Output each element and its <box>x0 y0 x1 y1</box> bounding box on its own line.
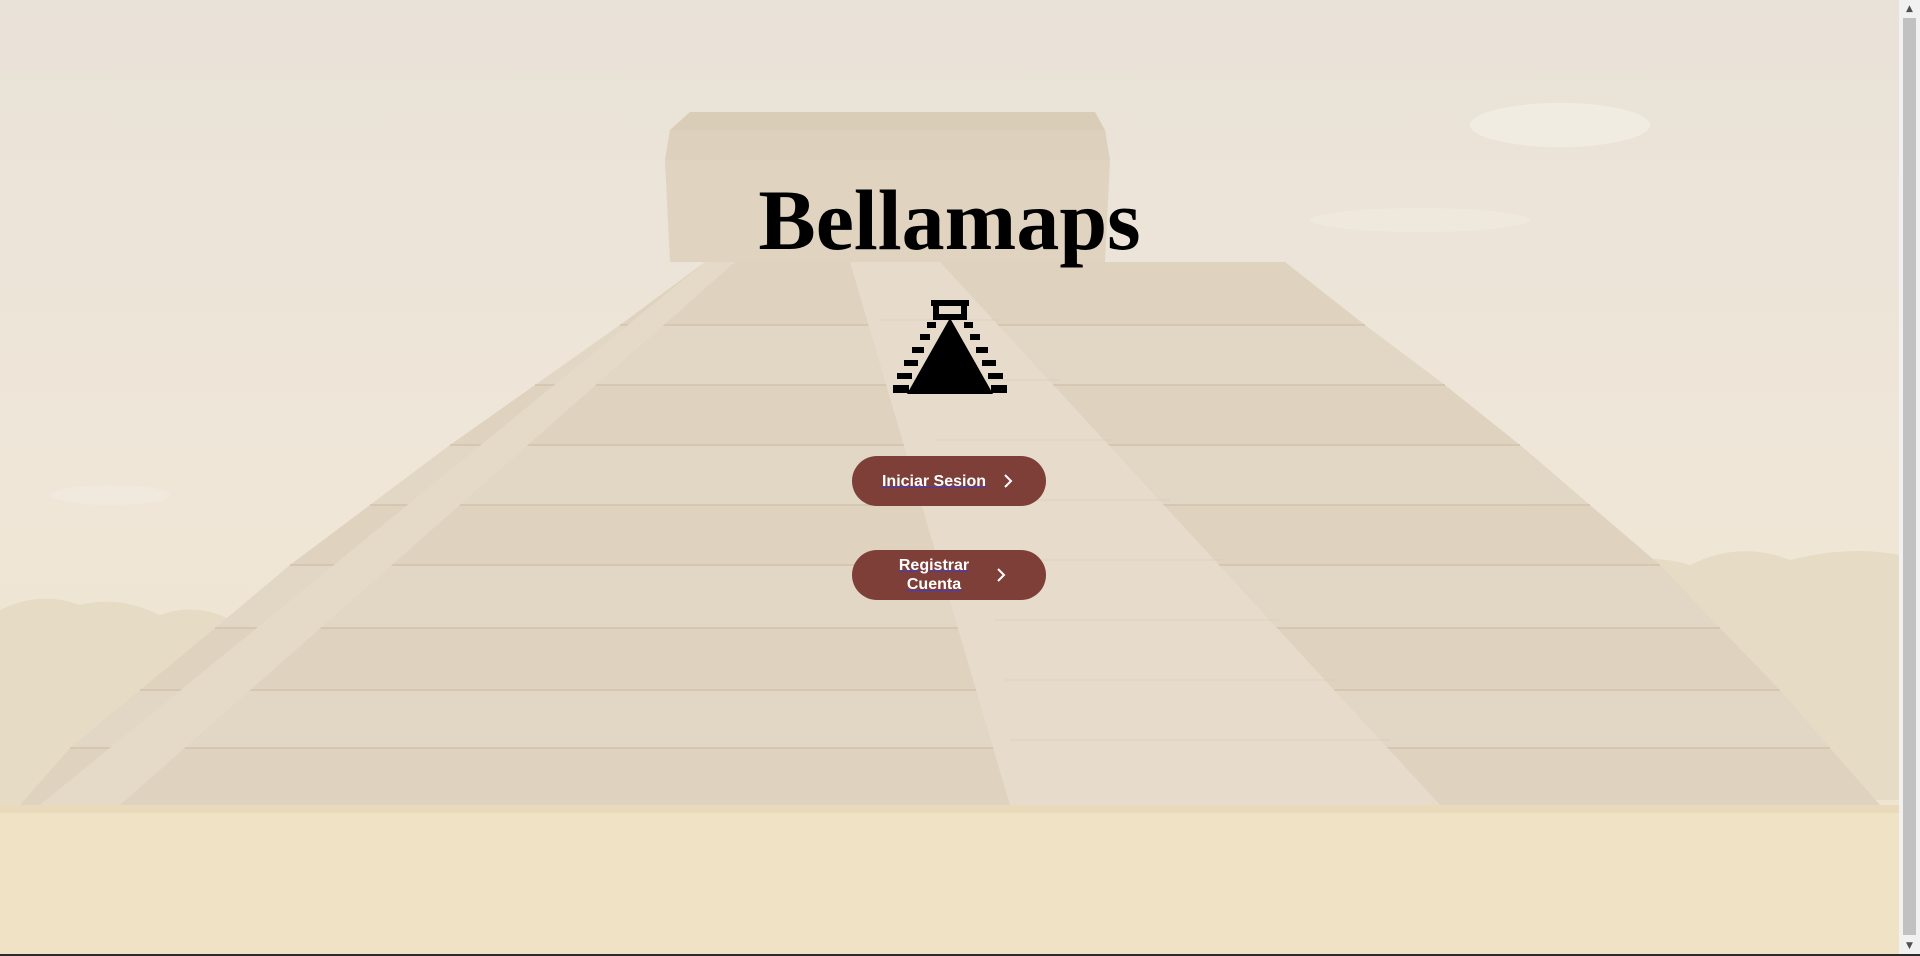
register-button-label: Registrar Cuenta <box>898 557 970 593</box>
scroll-up-arrow-icon[interactable]: ▲ <box>1899 0 1920 17</box>
vertical-scrollbar[interactable]: ▲ ▼ <box>1899 0 1920 954</box>
scrollbar-thumb[interactable] <box>1903 18 1916 935</box>
landing-page: Bellamaps Iniciar Sesion Registrar Cuent… <box>0 0 1899 954</box>
login-button[interactable]: Iniciar Sesion <box>852 456 1046 506</box>
page-title: Bellamaps <box>758 172 1141 268</box>
register-button[interactable]: Registrar Cuenta <box>852 550 1046 600</box>
login-button-label: Iniciar Sesion <box>881 472 987 490</box>
main-content: Bellamaps Iniciar Sesion Registrar Cuent… <box>0 0 1899 954</box>
scroll-down-arrow-icon[interactable]: ▼ <box>1899 937 1920 954</box>
chevron-right-icon <box>1004 474 1013 488</box>
chevron-right-icon <box>997 568 1006 582</box>
pyramid-icon <box>893 300 1007 394</box>
